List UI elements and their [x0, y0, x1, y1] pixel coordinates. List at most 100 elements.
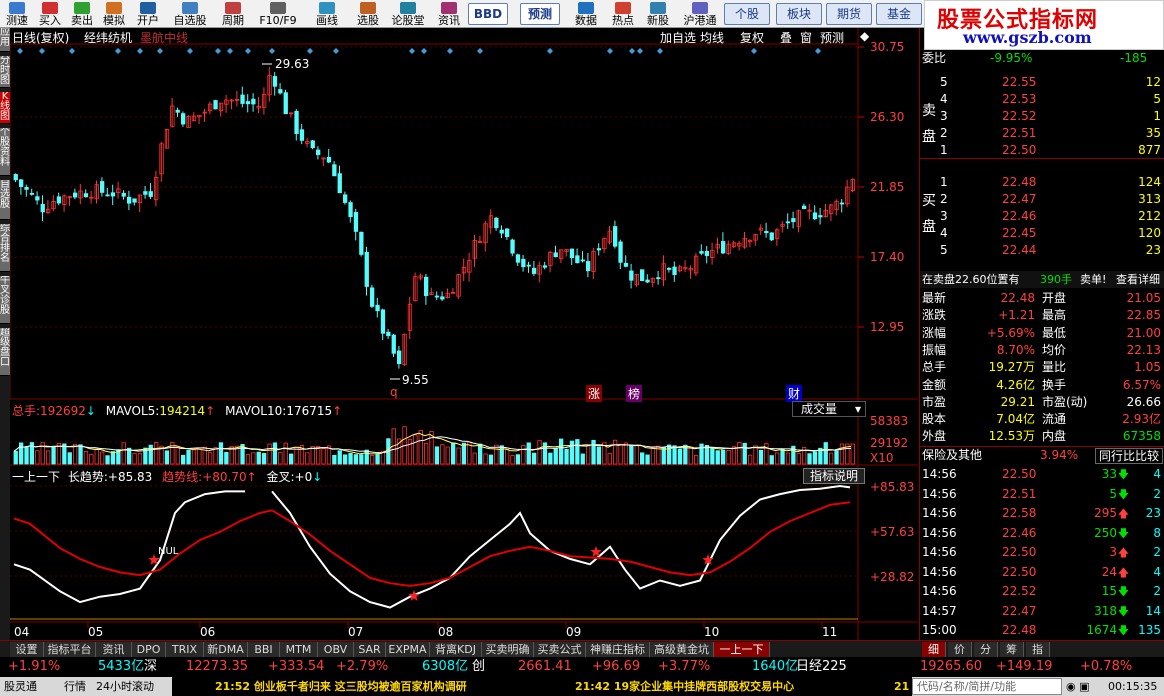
toolbar-button-4[interactable]: 开户 — [130, 0, 166, 28]
chart-top-button-1[interactable]: 均线 — [700, 29, 724, 46]
indicator-tab-8[interactable]: OBV — [318, 642, 354, 657]
event-label-bang[interactable]: 榜 — [626, 385, 643, 402]
volume-bar — [618, 443, 623, 465]
candle-body — [359, 231, 364, 255]
toolbar-button-17[interactable]: 沪港通 — [676, 0, 724, 28]
indicator-tab-5[interactable]: 新DMA — [204, 642, 248, 657]
toolbar-button-11[interactable]: 资讯 — [430, 0, 468, 28]
toolbar-button-5[interactable]: 自选股 — [166, 0, 214, 28]
volume-bar — [445, 446, 450, 465]
toolbar-button-1[interactable]: 买入 — [34, 0, 66, 28]
toolbar-button-15[interactable]: 热点 — [606, 0, 640, 28]
chart-canvas[interactable] — [10, 28, 918, 640]
quote-tab-2[interactable]: 分 — [974, 642, 998, 657]
left-tab-7[interactable]: 超级盘口 — [0, 328, 10, 376]
chart-top-button-0[interactable]: 加自选 — [660, 29, 696, 46]
toolbar-tab-21[interactable]: 基金 — [876, 3, 922, 25]
indicator-tab-9[interactable]: SAR — [354, 642, 386, 657]
quote-value-2: 1.05 — [1134, 360, 1161, 375]
candle-body — [504, 228, 510, 238]
indicator-help-button[interactable]: 指标说明 — [803, 468, 865, 484]
big-order-notice[interactable]: 在卖盘22.60位置有 390手 卖单! 查看详细 — [920, 271, 1164, 288]
kline-chart[interactable]: 日线(复权) 经纬纺机 墨航中线 加自选 均线 复权叠窗预测 ◆ 30.75 26.30… — [10, 28, 918, 640]
indicator-tab-11[interactable]: 背离KDJ — [430, 642, 482, 657]
indicator-tab-15[interactable]: 高级黄金坑 — [650, 642, 714, 657]
volume-bar — [569, 440, 575, 465]
quote-tab-1[interactable]: 价 — [948, 642, 972, 657]
tick-price: 22.52 — [1002, 584, 1037, 598]
candle-body — [143, 191, 148, 195]
toolbar-button-8[interactable]: 画线 — [304, 0, 350, 28]
toolbar-button-3[interactable]: 模拟 — [98, 0, 130, 28]
volume-bar — [586, 445, 591, 465]
toolbar-button-9[interactable]: 选股 — [350, 0, 386, 28]
peer-compare-button[interactable]: 同行比比较 — [1094, 448, 1163, 464]
candle-body — [542, 265, 548, 268]
golden-cross-star-2 — [408, 590, 420, 601]
toolbar-tab-18[interactable]: 个股 — [724, 3, 770, 25]
vol-ma5-label: MAVOL5: — [105, 404, 160, 418]
quote-tab-4[interactable]: 指 — [1026, 642, 1050, 657]
candle-body — [839, 202, 845, 205]
search-input[interactable]: 代码/名称/简拼/功能 — [912, 678, 1062, 695]
indicator-tab-3[interactable]: DPO — [132, 642, 166, 657]
indicator-tab-7[interactable]: MTM — [280, 642, 318, 657]
indicator-tab-12[interactable]: 买卖明确 — [482, 642, 534, 657]
indicator-tab-0[interactable]: 设置 — [10, 642, 44, 657]
status-quote[interactable]: 行情 — [64, 677, 86, 696]
indicator-tab-2[interactable]: 资讯 — [96, 642, 132, 657]
sell-price: 22.50 — [1002, 143, 1037, 157]
chart-top-button-4[interactable]: 窗 — [800, 29, 812, 46]
toolbar-button-10[interactable]: 论股堂 — [386, 0, 430, 28]
tick-time: 14:56 — [922, 584, 957, 598]
indicator-tab-14[interactable]: 神赚庄指标 — [586, 642, 650, 657]
indicator-tab-16[interactable]: 一上一下 — [714, 642, 770, 657]
indicator-tab-13[interactable]: 买卖公式 — [534, 642, 586, 657]
indicator-tab-6[interactable]: BBI — [248, 642, 280, 657]
toolbar-button-16[interactable]: 新股 — [640, 0, 676, 28]
chart-period-title[interactable]: 日线(复权) — [12, 29, 69, 46]
quote-row-4: 总手 19.27万 量比 1.05 — [920, 359, 1164, 376]
chart-top-button-2[interactable]: 复权 — [740, 29, 764, 46]
news-ticker-2[interactable]: 21:42 19家企业集中挂牌西部股权交易中心 — [575, 677, 794, 696]
news-ticker-1[interactable]: 21:52 创业板千者归来 这三股均被逾百家机构调研 — [215, 677, 467, 696]
indicator-tab-4[interactable]: TRIX — [166, 642, 204, 657]
status-app[interactable]: 股灵通 — [4, 677, 37, 696]
toolbar-button-14[interactable]: 数据 — [566, 0, 606, 28]
vol-ma10-line — [13, 436, 852, 454]
quote-tab-3[interactable]: 筹 — [1000, 642, 1024, 657]
left-tab-4[interactable]: 自选股 — [0, 180, 10, 220]
buy-level-num: 5 — [940, 243, 948, 257]
indicator-tab-1[interactable]: 指标平台 — [44, 642, 96, 657]
toolbar-tab-20[interactable]: 期货 — [826, 3, 872, 25]
chart-link-label[interactable]: 墨航中线 — [140, 29, 188, 46]
toolbar-button-0[interactable]: 测速 — [0, 0, 34, 28]
left-tab-6[interactable]: 牛叉诊股 — [0, 276, 10, 324]
left-tab-2[interactable]: K线图 — [0, 92, 10, 124]
left-tab-0[interactable]: 应用 — [0, 28, 10, 52]
toolbar-button-12[interactable]: BBD — [468, 3, 508, 25]
indicator-tab-10[interactable]: EXPMA — [386, 642, 430, 657]
chart-top-button-5[interactable]: 预测 — [820, 29, 844, 46]
event-label-cai[interactable]: 财 — [786, 385, 803, 402]
toolbar-tab-19[interactable]: 板块 — [776, 3, 822, 25]
left-tab-1[interactable]: 分时图 — [0, 56, 10, 88]
candle-body — [499, 229, 504, 234]
status-scroll[interactable]: 24小时滚动 — [96, 677, 154, 696]
left-tab-5[interactable]: 综合排名 — [0, 224, 10, 272]
volume-indicator-select[interactable]: 成交量 ▾ — [792, 401, 866, 417]
toolbar-button-2[interactable]: 卖出 — [66, 0, 98, 28]
quote-value-2: 6.57% — [1122, 377, 1161, 392]
quote-tab-0[interactable]: 细 — [922, 642, 946, 657]
event-label-zhang[interactable]: 涨 — [586, 385, 603, 402]
volume-bar — [67, 452, 72, 465]
status-icons: ◉ ▣ — [1066, 680, 1090, 693]
toolbar-button-7[interactable]: F10/F9 — [252, 0, 304, 28]
left-tab-3[interactable]: 个股资料 — [0, 128, 10, 176]
volume-bar — [504, 449, 510, 465]
signal-diamond — [637, 48, 643, 54]
chart-top-button-6[interactable]: ◆ — [860, 29, 869, 43]
toolbar-button-13[interactable]: 预测 — [520, 3, 560, 25]
chart-top-button-3[interactable]: 叠 — [780, 29, 792, 46]
toolbar-button-6[interactable]: 周期 — [214, 0, 252, 28]
